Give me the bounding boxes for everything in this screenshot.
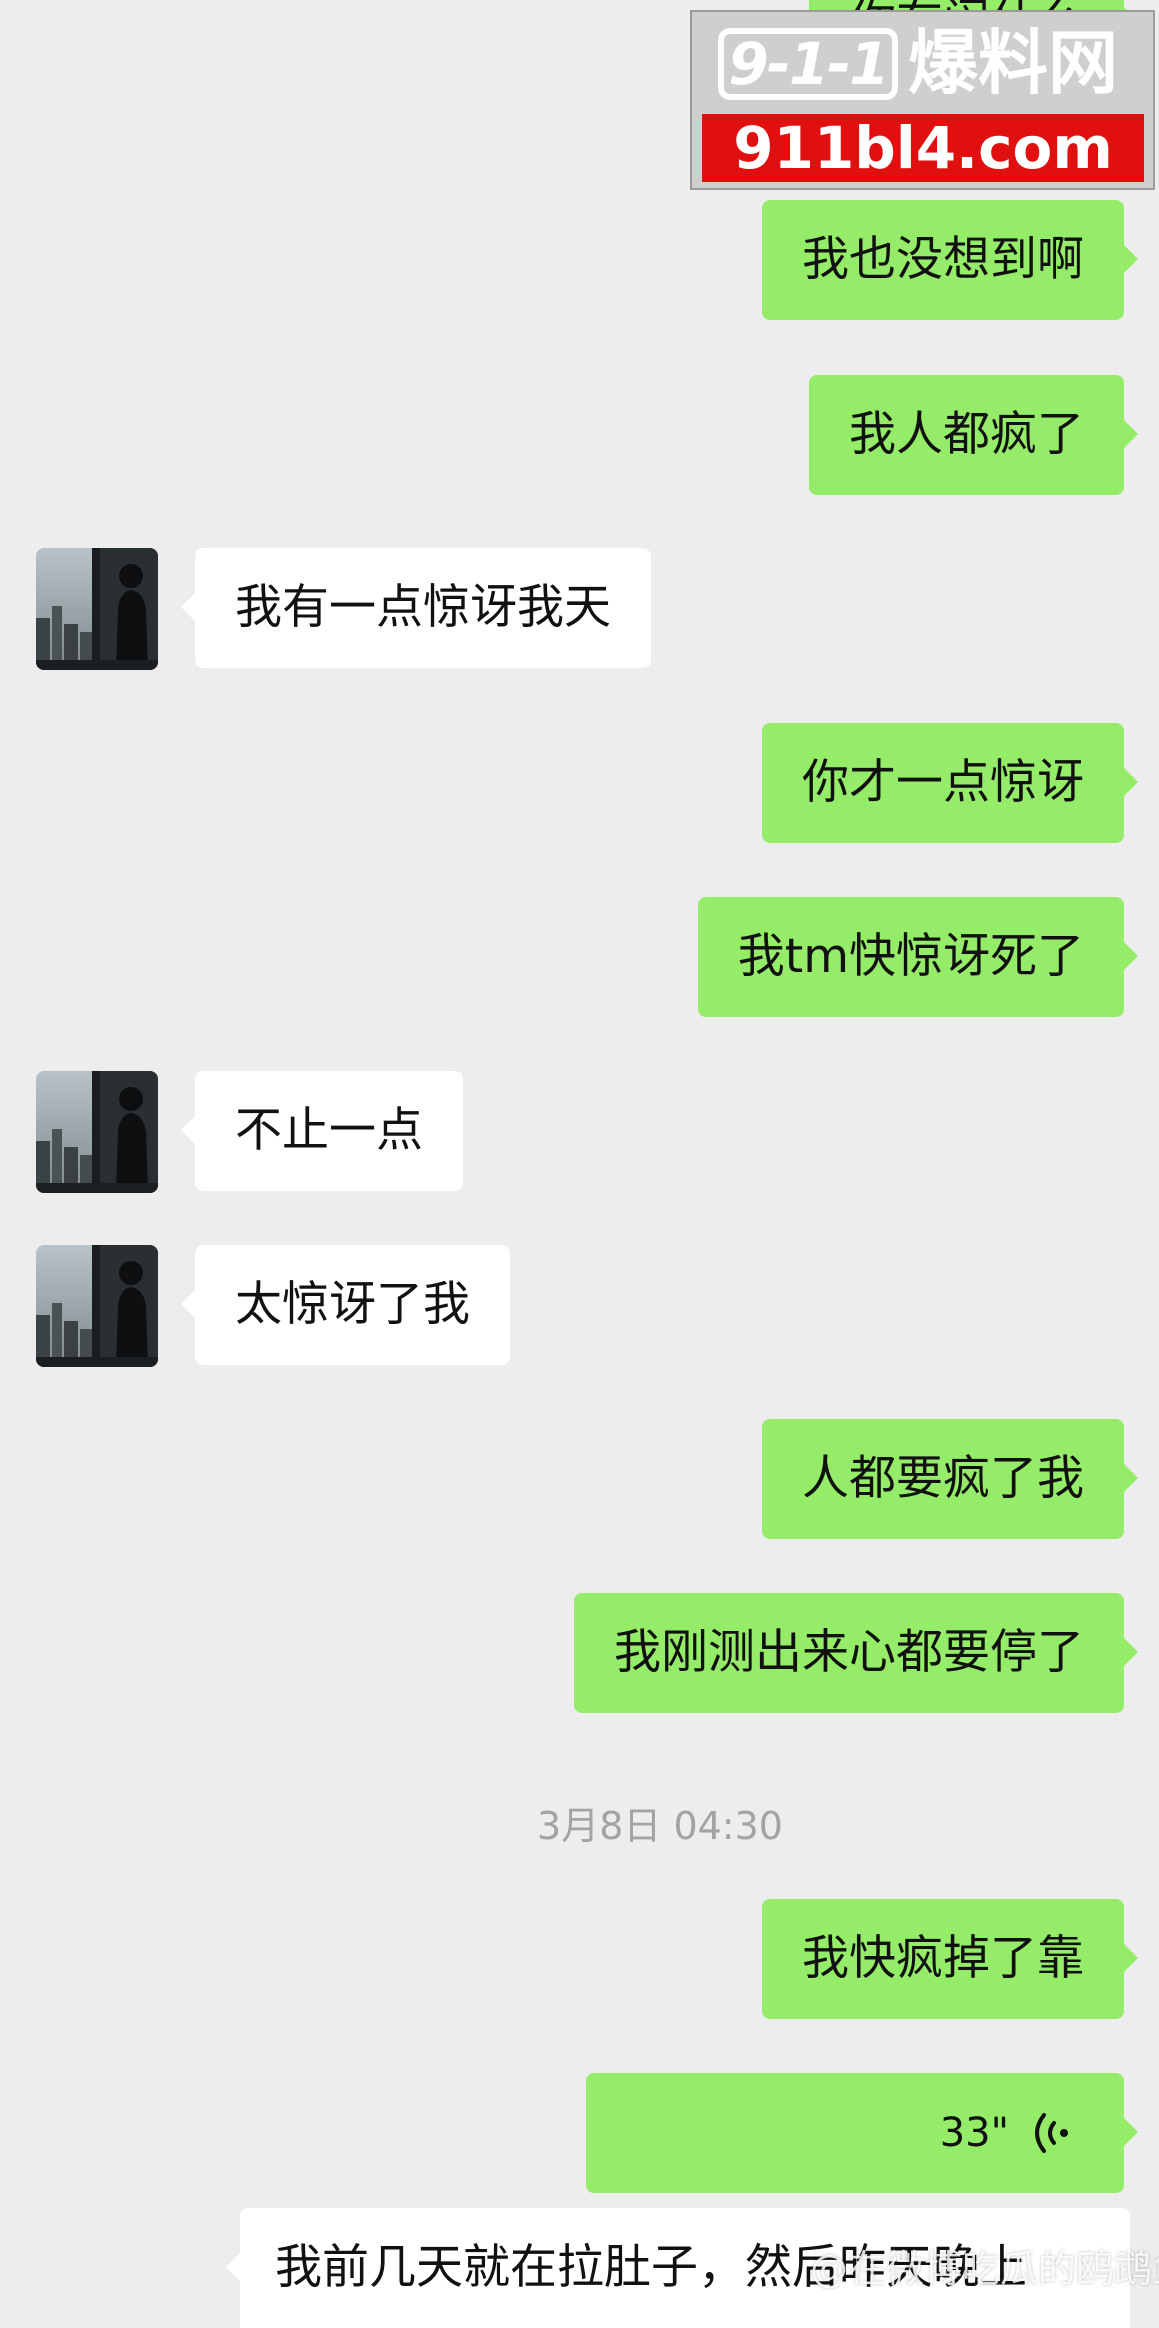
my-message-bubble[interactable]: 人都要疯了我 xyxy=(762,1419,1138,1539)
watermark-logo-number: 9-1-1 xyxy=(718,28,898,100)
watermark-logo: 9-1-1 爆料网 911bl4.com xyxy=(690,10,1155,190)
contact-avatar[interactable] xyxy=(36,548,158,670)
my-message-bubble[interactable]: 我也没想到啊 xyxy=(762,200,1138,320)
message-text: 不止一点 xyxy=(235,1103,423,1158)
their-message-bubble[interactable]: 我有一点惊讶我天 xyxy=(181,548,651,668)
contact-avatar[interactable] xyxy=(36,1245,158,1367)
my-message-bubble[interactable]: 我快疯掉了靠 xyxy=(762,1899,1138,2019)
message-text: 我有一点惊讶我天 xyxy=(235,580,611,635)
watermark-logo-top: 9-1-1 爆料网 xyxy=(704,18,1144,108)
their-message-bubble[interactable]: 不止一点 xyxy=(181,1071,463,1191)
message-text: 我人都疯了 xyxy=(849,407,1084,462)
message-text: 我刚测出来心都要停了 xyxy=(614,1625,1084,1680)
contact-avatar[interactable] xyxy=(36,1071,158,1193)
my-message-bubble[interactable]: 我人都疯了 xyxy=(809,375,1138,495)
my-message-bubble[interactable]: 我刚测出来心都要停了 xyxy=(574,1593,1138,1713)
silhouette-avatar-icon xyxy=(36,1071,158,1193)
message-text: 我tm快惊讶死了 xyxy=(737,929,1084,984)
weibo-watermark: @在微博吃瓜的鸥鹉鱼 xyxy=(810,2247,1159,2291)
silhouette-avatar-icon xyxy=(36,1245,158,1367)
message-timestamp: 3月8日 04:30 xyxy=(537,1804,783,1848)
message-text: 你才一点惊讶 xyxy=(802,755,1084,810)
chat-thread: 你在闹什么 我也没想到啊 我人都疯了 xyxy=(0,0,1159,2328)
watermark-logo-name: 爆料网 xyxy=(908,22,1118,104)
my-message-bubble[interactable]: 我tm快惊讶死了 xyxy=(697,897,1139,1017)
voice-message-bubble[interactable]: 33" xyxy=(586,2073,1138,2193)
silhouette-avatar-icon xyxy=(36,548,158,670)
my-message-bubble[interactable]: 你才一点惊讶 xyxy=(762,723,1138,843)
message-text: 人都要疯了我 xyxy=(802,1451,1084,1506)
watermark-url: 911bl4.com xyxy=(702,114,1144,182)
voice-duration: 33" xyxy=(939,2110,1009,2156)
their-message-bubble[interactable]: 太惊讶了我 xyxy=(181,1245,510,1365)
voice-wave-icon xyxy=(1035,2113,1068,2153)
message-text: 太惊讶了我 xyxy=(235,1277,470,1332)
message-text: 我也没想到啊 xyxy=(802,232,1084,287)
message-text: 我快疯掉了靠 xyxy=(802,1931,1084,1986)
